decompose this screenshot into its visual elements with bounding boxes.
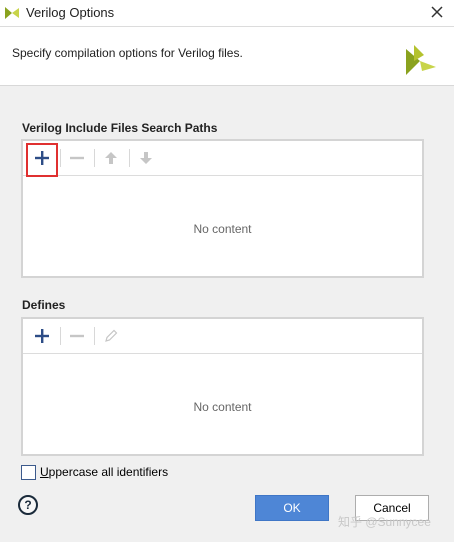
add-path-button[interactable] — [26, 143, 58, 173]
close-icon — [431, 6, 443, 18]
help-button[interactable]: ? — [18, 495, 38, 515]
uppercase-checkbox[interactable] — [21, 465, 36, 480]
edit-define-button[interactable] — [95, 321, 127, 351]
include-paths-panel: No content — [21, 139, 424, 278]
move-down-button[interactable] — [130, 143, 162, 173]
add-icon — [35, 151, 49, 165]
include-paths-empty-text: No content — [193, 222, 252, 236]
uppercase-accelerator: U — [40, 465, 49, 479]
watermark: 知乎 @Sunnycee — [338, 515, 431, 529]
dialog-header: Specify compilation options for Verilog … — [0, 27, 454, 86]
add-icon — [35, 329, 49, 343]
include-paths-toolbar — [23, 141, 422, 177]
edit-icon — [105, 329, 118, 342]
move-down-icon — [140, 152, 152, 164]
window-title: Verilog Options — [26, 5, 115, 20]
remove-path-button[interactable] — [61, 143, 93, 173]
move-up-icon — [105, 152, 117, 164]
dialog-description: Specify compilation options for Verilog … — [12, 46, 243, 60]
close-button[interactable] — [424, 3, 450, 23]
remove-icon — [70, 334, 84, 338]
defines-label: Defines — [22, 298, 66, 312]
defines-empty-text: No content — [193, 400, 252, 414]
add-define-button[interactable] — [26, 321, 58, 351]
include-paths-label: Verilog Include Files Search Paths — [22, 121, 218, 135]
move-up-button[interactable] — [95, 143, 127, 173]
remove-icon — [70, 156, 84, 160]
remove-define-button[interactable] — [61, 321, 93, 351]
ok-button[interactable]: OK — [255, 495, 329, 521]
defines-toolbar — [23, 319, 422, 354]
uppercase-label[interactable]: Uppercase all identifiers — [40, 465, 168, 479]
vivado-logo-icon — [406, 45, 436, 75]
uppercase-label-text: ppercase all identifiers — [48, 465, 169, 479]
title-bar: Verilog Options — [0, 0, 454, 27]
defines-panel: No content — [21, 317, 424, 456]
vivado-logo-icon — [5, 7, 19, 19]
